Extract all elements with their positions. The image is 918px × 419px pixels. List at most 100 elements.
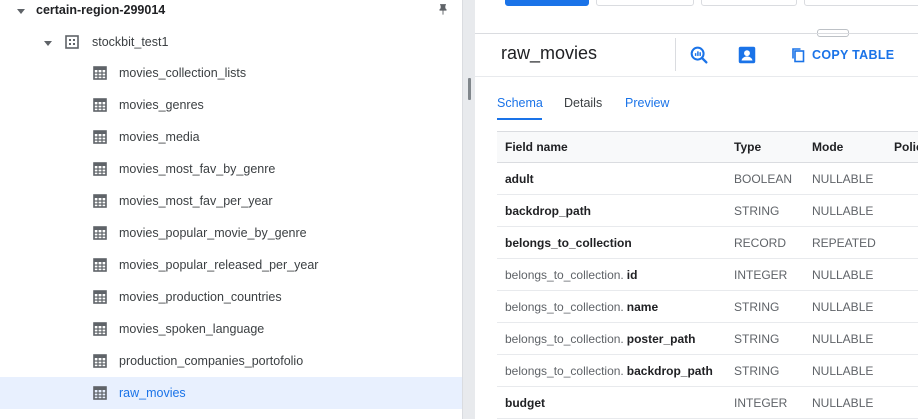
table-icon [93,226,107,243]
field-type: STRING [734,299,780,314]
dataset-icon [65,35,79,49]
tree-table-row[interactable]: production_companies_portofolio [0,345,462,377]
field-name-cell: belongs_to_collection. backdrop_path [505,355,713,386]
splitter-grip-icon[interactable] [468,78,471,100]
field-name-cell: budget [505,387,545,418]
dataset-name: stockbit_test1 [92,35,169,49]
table-icon [93,162,107,179]
table-icon [93,290,107,307]
table-name: movies_popular_movie_by_genre [119,226,307,240]
active-tab-indicator [497,118,542,120]
pin-icon[interactable] [436,3,450,17]
query-button[interactable] [505,0,589,6]
header-divider [475,76,918,77]
field-type: BOOLEAN [734,171,793,186]
field-mode: NULLABLE [812,299,874,314]
tree-table-row[interactable]: movies_most_fav_per_year [0,185,462,217]
table-icon [93,258,107,275]
tab-preview[interactable]: Preview [625,96,669,110]
field-name-cell: belongs_to_collection. id [505,259,637,290]
tree-dataset-row[interactable]: stockbit_test1 [0,26,462,58]
tree-table-row[interactable]: raw_movies [0,377,462,409]
toolbar-button[interactable] [701,0,797,6]
schema-row[interactable]: budget INTEGER NULLABLE [497,387,918,419]
field-name: backdrop_path [505,203,592,218]
schema-table: Field name Type Mode Polic adult BOOLEAN N… [497,131,918,419]
table-name: movies_most_fav_per_year [119,194,273,208]
header-field-name[interactable]: Field name [505,132,568,162]
header-policy[interactable]: Polic [894,132,918,162]
toolbar-button[interactable] [804,0,918,6]
table-name: movies_media [119,130,200,144]
tree-table-row[interactable]: movies_popular_released_per_year [0,249,462,281]
caret-down-icon[interactable] [44,41,52,46]
field-name: id [626,267,638,282]
schema-row[interactable]: belongs_to_collection. poster_path STRING N… [497,323,918,355]
field-type: STRING [734,331,780,346]
tree-table-row[interactable]: movies_spoken_language [0,313,462,345]
field-type: INTEGER [734,267,788,282]
field-name-cell: belongs_to_collection. poster_path [505,323,695,354]
table-icon [93,66,107,83]
tree-table-row[interactable]: movies_collection_lists [0,57,462,89]
field-mode: REPEATED [812,235,876,250]
field-name: backdrop_path [626,363,713,378]
field-mode: NULLABLE [812,267,874,282]
field-mode: NULLABLE [812,331,874,346]
field-prefix: belongs_to_collection. [505,267,624,282]
field-name-cell: belongs_to_collection. name [505,291,658,322]
schema-row[interactable]: belongs_to_collection. name STRING NULLABLE [497,291,918,323]
tree-table-row[interactable]: movies_most_fav_by_genre [0,153,462,185]
schema-row[interactable]: belongs_to_collection. id INTEGER NULLABLE [497,259,918,291]
query-table-icon[interactable] [688,44,710,66]
details-panel: raw_movies COPY TABLE Schema Details Pre… [475,0,918,419]
table-icon [93,322,107,339]
table-name: movies_spoken_language [119,322,265,336]
header-mode[interactable]: Mode [812,132,843,162]
explorer-panel: certain-region-299014 stockbit_test1 mov… [0,0,462,419]
field-prefix: belongs_to_collection. [505,331,624,346]
tab-schema[interactable]: Schema [497,96,543,110]
field-mode: NULLABLE [812,395,874,410]
tree-table-row[interactable]: movies_production_countries [0,281,462,313]
top-divider [475,33,918,34]
schema-row[interactable]: backdrop_path STRING NULLABLE [497,195,918,227]
table-name: movies_most_fav_by_genre [119,162,276,176]
table-name: movies_collection_lists [119,66,247,80]
schema-header-row: Field name Type Mode Polic [497,131,918,163]
table-icon [93,354,107,371]
schema-row[interactable]: belongs_to_collection. backdrop_path STRIN… [497,355,918,387]
field-mode: NULLABLE [812,203,874,218]
field-type: INTEGER [734,395,788,410]
header-type[interactable]: Type [734,132,761,162]
field-prefix: belongs_to_collection. [505,299,624,314]
caret-down-icon[interactable] [17,9,25,14]
field-name: name [626,299,659,314]
table-name: production_companies_portofolio [119,354,304,368]
tab-details[interactable]: Details [564,96,602,110]
field-mode: NULLABLE [812,363,874,378]
copy-table-button[interactable]: COPY TABLE [791,44,894,66]
toolbar-button[interactable] [596,0,694,6]
table-icon [93,98,107,115]
project-name: certain-region-299014 [36,3,166,17]
tree-table-row[interactable]: movies_popular_movie_by_genre [0,217,462,249]
table-name: raw_movies [119,386,186,400]
schema-row[interactable]: adult BOOLEAN NULLABLE [497,163,918,195]
share-icon[interactable] [736,44,758,66]
table-name: movies_genres [119,98,204,112]
schema-row[interactable]: belongs_to_collection RECORD REPEATED [497,227,918,259]
tree-table-row[interactable]: movies_genres [0,89,462,121]
panel-splitter[interactable] [462,0,475,419]
field-type: STRING [734,363,780,378]
field-name-cell: backdrop_path [505,195,591,226]
table-icon [93,194,107,211]
table-name: movies_popular_released_per_year [119,258,319,272]
table-title: raw_movies [501,43,598,63]
tree-table-row[interactable]: movies_media [0,121,462,153]
tree-project-row[interactable]: certain-region-299014 [0,0,462,26]
field-name-cell: adult [505,163,534,194]
field-name: adult [505,171,534,186]
field-prefix: belongs_to_collection. [505,363,624,378]
field-name: poster_path [626,331,696,346]
